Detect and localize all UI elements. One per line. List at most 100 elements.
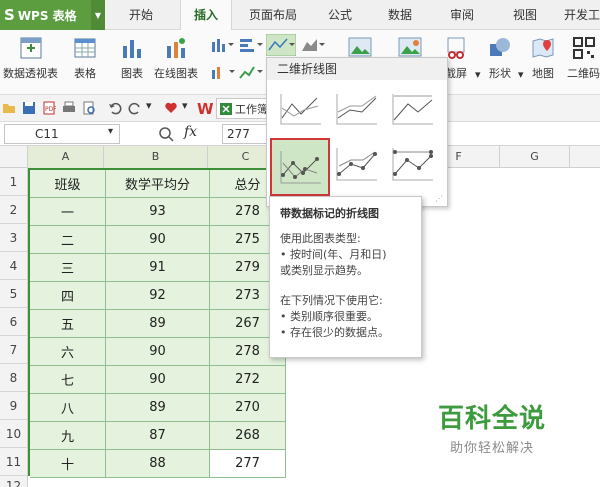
cell-class[interactable]: 二 [30,226,106,254]
header-cell-class[interactable]: 班级 [30,170,106,198]
export-pdf-icon[interactable]: PDF [42,101,56,115]
shapes-button[interactable]: 形状 [488,36,512,81]
cell-math-average[interactable]: 93 [106,198,210,226]
tab-review[interactable]: 审阅 [440,0,484,30]
scatter-chart-type-icon[interactable] [238,64,264,80]
row-header-10[interactable]: 10 [0,420,28,448]
cell-math-average[interactable]: 87 [106,422,210,450]
customize-toolbar-arrow[interactable]: ▾ [146,99,152,112]
row-header-1[interactable]: 1 [0,168,28,196]
wps-app-menu-button[interactable]: S WPS 表格 ▼ [0,0,105,30]
function-fx-icon[interactable]: fx [184,124,197,140]
cell-total[interactable]: 272 [210,366,286,394]
cell-math-average[interactable]: 89 [106,394,210,422]
tab-view[interactable]: 视图 [503,0,547,30]
screenshot-dropdown-arrow[interactable]: ▾ [475,68,481,81]
shapes-icon [490,38,510,56]
row-header-5[interactable]: 5 [0,280,28,308]
zoom-search-icon[interactable] [158,126,174,142]
chart-option-100-stacked-line-markers[interactable] [389,144,435,187]
chart-option-line[interactable] [277,88,323,131]
tab-developer[interactable]: 开发工 [564,0,600,30]
map-button[interactable]: 地图 [531,36,555,81]
online-chart-icon [167,38,185,58]
online-picture-icon[interactable] [398,37,422,57]
column-header-a[interactable]: A [28,146,104,168]
line-chart-type-icon[interactable] [266,34,296,56]
row-header-11[interactable]: 11 [0,448,28,476]
cell-total[interactable]: 268 [210,422,286,450]
chevron-down-icon[interactable]: ▼ [91,0,105,30]
undo-icon[interactable] [108,101,122,115]
workbook-tab[interactable]: 工作簿 [216,98,270,119]
pie-chart-type-icon[interactable] [210,64,236,80]
cell-math-average[interactable]: 88 [106,450,210,478]
row-header-3[interactable]: 3 [0,224,28,252]
cell-class[interactable]: 十 [30,450,106,478]
wps-logo-icon: S [4,6,15,24]
cell-class[interactable]: 八 [30,394,106,422]
cell-class[interactable]: 一 [30,198,106,226]
cell-total[interactable]: 270 [210,394,286,422]
name-box-dropdown-arrow[interactable]: ▾ [108,126,113,137]
formula-input[interactable]: 277 [222,124,272,144]
tooltip-line-3: 或类别显示趋势。 [280,264,368,277]
tab-data[interactable]: 数据 [378,0,422,30]
print-icon[interactable] [62,101,76,115]
column-header-g[interactable]: G [500,146,570,168]
save-icon[interactable] [22,101,36,115]
heart-icon[interactable] [164,101,178,115]
row-header-9[interactable]: 9 [0,392,28,420]
row-header-7[interactable]: 7 [0,336,28,364]
chart-option-stacked-line[interactable] [333,88,379,131]
header-cell-math-average[interactable]: 数学平均分 [106,170,210,198]
tab-insert[interactable]: 插入 [180,0,232,30]
cell-class[interactable]: 五 [30,310,106,338]
row-header-4[interactable]: 4 [0,252,28,280]
qrcode-button[interactable]: 二维码 [567,36,600,81]
row-header-12[interactable]: 12 [0,476,28,487]
chart-option-100-stacked-line[interactable] [389,88,435,131]
print-preview-icon[interactable] [82,101,96,115]
line-chart-dropdown: 二维折线图 ⋰ [266,57,448,207]
cell-class[interactable]: 四 [30,282,106,310]
resize-grip-icon[interactable]: ⋰ [435,194,443,203]
name-box[interactable]: C11 [4,124,120,144]
cell-class[interactable]: 九 [30,422,106,450]
tab-start[interactable]: 开始 [116,0,166,30]
cell-class[interactable]: 六 [30,338,106,366]
pivot-table-button[interactable]: 数据透视表 [3,36,58,81]
cell-math-average[interactable]: 90 [106,366,210,394]
cell-math-average[interactable]: 89 [106,310,210,338]
row-header-2[interactable]: 2 [0,196,28,224]
percent-stacked-markers-thumb-icon [392,148,433,181]
shapes-dropdown-arrow[interactable]: ▾ [518,68,524,81]
table-button[interactable]: 表格 [73,36,97,81]
cell-class[interactable]: 七 [30,366,106,394]
wps-doc-icon[interactable]: W [196,99,216,117]
cell-class[interactable]: 三 [30,254,106,282]
cell-math-average[interactable]: 92 [106,282,210,310]
chart-option-stacked-line-markers[interactable] [333,144,379,187]
cell-math-average[interactable]: 90 [106,226,210,254]
open-folder-icon[interactable] [2,101,16,115]
row-header-8[interactable]: 8 [0,364,28,392]
picture-icon[interactable] [348,37,372,57]
cell-math-average[interactable]: 91 [106,254,210,282]
select-all-corner[interactable] [0,146,28,168]
chart-type-tooltip: 带数据标记的折线图 使用此图表类型: • 按时间(年、月和日) 或类别显示趋势。… [269,196,422,358]
heart-dropdown-arrow[interactable]: ▾ [182,99,188,112]
cell-math-average[interactable]: 90 [106,338,210,366]
tab-page-layout[interactable]: 页面布局 [240,0,306,30]
chart-button[interactable]: 图表 [120,36,144,81]
area-chart-type-icon[interactable] [300,37,326,53]
bar-chart-type-icon[interactable] [238,37,264,53]
tab-formulas[interactable]: 公式 [318,0,362,30]
column-chart-type-icon[interactable] [210,37,234,53]
chart-option-line-with-markers[interactable] [270,138,330,196]
column-header-b[interactable]: B [104,146,208,168]
redo-icon[interactable] [128,101,142,115]
row-header-6[interactable]: 6 [0,308,28,336]
online-chart-button[interactable]: 在线图表 [154,36,198,81]
cell-total[interactable]: 277 [210,450,286,478]
